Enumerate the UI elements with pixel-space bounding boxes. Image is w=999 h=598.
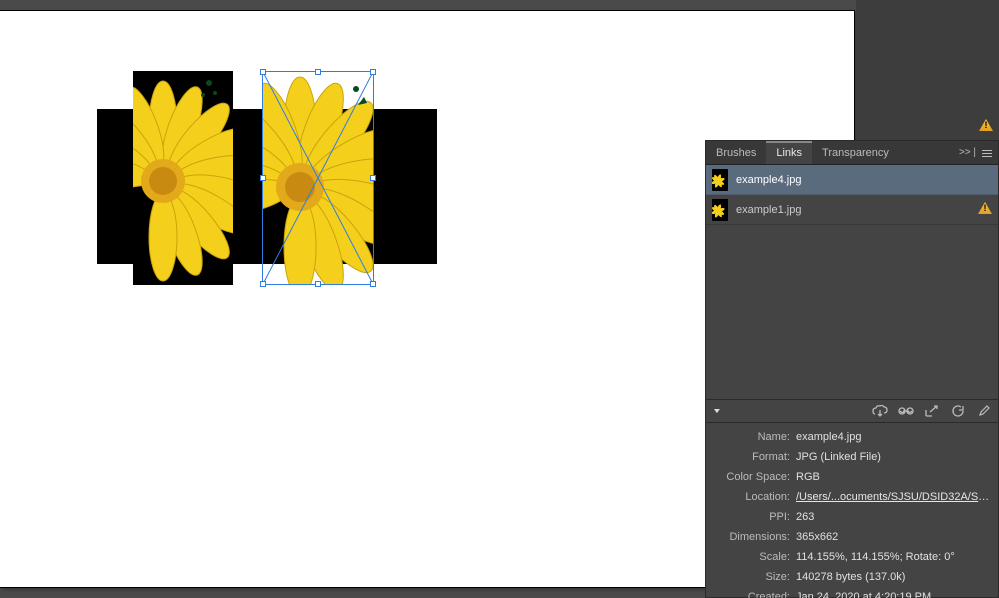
detail-name: example4.jpg [796,429,994,445]
toggle-details-button[interactable]: ▼ [712,407,722,415]
right-dock-background [856,0,999,140]
tab-brushes[interactable]: Brushes [706,141,766,164]
warning-icon [978,202,992,217]
link-name: example4.jpg [736,174,992,186]
tab-links[interactable]: Links [766,141,812,164]
placed-image-example4[interactable] [262,71,374,285]
update-link-icon[interactable] [950,403,966,419]
detail-scale: 114.155%, 114.155%; Rotate: 0° [796,549,994,565]
detail-label: PPI: [710,509,796,525]
detail-location[interactable]: /Users/...ocuments/SJSU/DSID32A/ScanDemo… [796,489,994,505]
detail-label: Color Space: [710,469,796,485]
detail-label: Format: [710,449,796,465]
panel-menu-button[interactable] [980,141,994,165]
link-row-example4[interactable]: example4.jpg [706,165,998,195]
detail-format: JPG (Linked File) [796,449,994,465]
detail-label: Dimensions: [710,529,796,545]
detail-label: Name: [710,429,796,445]
goto-link-icon[interactable] [924,403,940,419]
links-panel: Brushes Links Transparency >> | example4… [705,140,999,598]
detail-label: Size: [710,569,796,585]
warning-icon [979,118,993,136]
detail-size: 140278 bytes (137.0k) [796,569,994,585]
detail-label: Created: [710,589,796,598]
link-details: Name:example4.jpg Format:JPG (Linked Fil… [706,423,998,598]
links-toolbar: ▼ [706,399,998,423]
panel-collapse-button[interactable]: >> | [959,141,976,165]
detail-colorspace: RGB [796,469,994,485]
link-thumbnail [712,169,728,191]
edit-original-icon[interactable] [976,403,992,419]
tab-transparency[interactable]: Transparency [812,141,899,164]
link-name: example1.jpg [736,204,970,216]
relink-cc-icon[interactable] [872,403,888,419]
detail-label: Location: [710,489,796,505]
relink-icon[interactable] [898,403,914,419]
link-row-example1[interactable]: example1.jpg [706,195,998,225]
placed-image-example1[interactable] [133,71,233,285]
detail-created: Jan 24, 2020 at 4:20:19 PM [796,589,994,598]
detail-dimensions: 365x662 [796,529,994,545]
link-thumbnail [712,199,728,221]
links-list: example4.jpg example1.jpg [706,165,998,399]
detail-label: Scale: [710,549,796,565]
panel-tabs: Brushes Links Transparency >> | [706,141,998,165]
detail-ppi: 263 [796,509,994,525]
